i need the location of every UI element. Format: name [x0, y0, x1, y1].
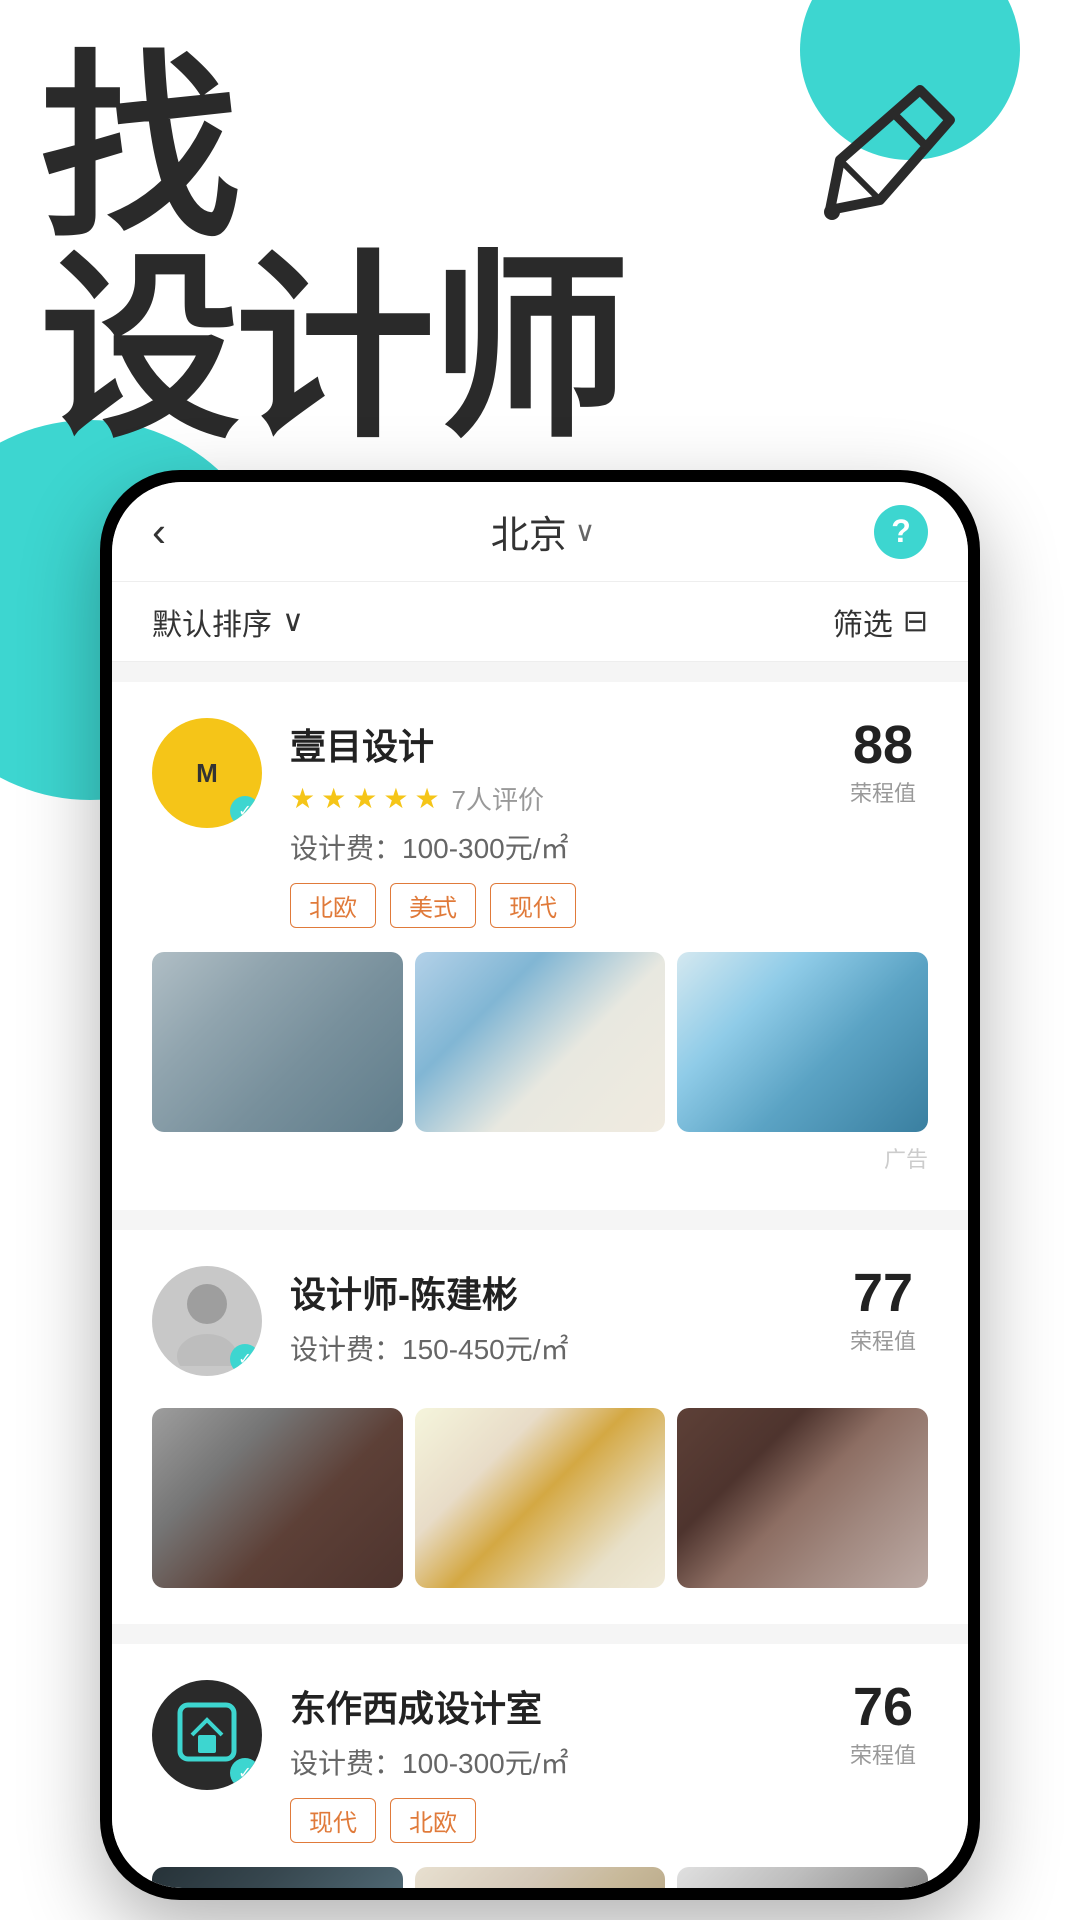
tag-nordic-3: 北欧 — [390, 1798, 476, 1843]
city-selector[interactable]: 北京 ∨ — [491, 504, 596, 559]
portfolio-img-1-2 — [415, 952, 666, 1132]
phone-screen: ‹ 北京 ∨ ? 默认排序 ∨ 筛选 ⊟ — [112, 482, 968, 1888]
help-button[interactable]: ? — [874, 505, 928, 559]
pen-nib-icon — [780, 60, 980, 260]
designer-score-2: 77 荣程值 — [838, 1266, 928, 1356]
room-img-1-1 — [152, 952, 403, 1132]
score-label-2: 荣程值 — [838, 1324, 928, 1356]
city-dropdown-arrow: ∨ — [575, 515, 596, 548]
designer-avatar-3: ✓ — [152, 1680, 262, 1790]
score-number-3: 76 — [838, 1680, 928, 1734]
star-2: ★ — [321, 782, 346, 815]
score-number-2: 77 — [838, 1266, 928, 1320]
avatar-verified-badge-2: ✓ — [230, 1344, 260, 1374]
portfolio-img-2-1 — [152, 1408, 403, 1588]
portfolio-img-3-2 — [415, 1867, 666, 1888]
designer-score-1: 88 荣程值 — [838, 718, 928, 808]
star-5: ★ — [414, 782, 439, 815]
city-name: 北京 — [491, 504, 567, 559]
back-button[interactable]: ‹ — [152, 508, 212, 556]
room-img-2-3 — [677, 1408, 928, 1588]
tag-nordic-1: 北欧 — [290, 883, 376, 928]
sort-arrow-icon: ∨ — [282, 604, 304, 639]
tag-modern-3: 现代 — [290, 1798, 376, 1843]
filter-icon: ⊟ — [903, 604, 928, 639]
phone-mockup: ‹ 北京 ∨ ? 默认排序 ∨ 筛选 ⊟ — [100, 470, 980, 1900]
designer-card-3[interactable]: ✓ 东作西成设计室 设计费：100-300元/㎡ 现代 北欧 76 荣程值 — [112, 1644, 968, 1888]
designer-avatar-2: ✓ — [152, 1266, 262, 1376]
score-number-1: 88 — [838, 718, 928, 772]
portfolio-img-3-1 — [152, 1867, 403, 1888]
designer-price-2: 设计费：150-450元/㎡ — [290, 1328, 810, 1368]
ad-label-1: 广告 — [152, 1142, 928, 1174]
portfolio-img-1-1 — [152, 952, 403, 1132]
card-header-2: ✓ 设计师-陈建彬 设计费：150-450元/㎡ 77 荣程值 — [152, 1266, 928, 1384]
portfolio-images-3 — [152, 1867, 928, 1888]
filter-bar: 默认排序 ∨ 筛选 ⊟ — [112, 582, 968, 662]
portfolio-images-2 — [152, 1408, 928, 1588]
designer-rating-1: ★ ★ ★ ★ ★ 7人评价 — [290, 780, 810, 817]
portfolio-img-2-2 — [415, 1408, 666, 1588]
room-img-3-3 — [677, 1867, 928, 1888]
star-4: ★ — [383, 782, 408, 815]
filter-button[interactable]: 筛选 ⊟ — [833, 600, 928, 644]
hero-text-line1: 找 — [40, 50, 235, 250]
hero-text-line2: 设计师 — [40, 250, 625, 450]
designer-price-3: 设计费：100-300元/㎡ — [290, 1742, 810, 1782]
card-header-3: ✓ 东作西成设计室 设计费：100-300元/㎡ 现代 北欧 76 荣程值 — [152, 1680, 928, 1843]
card-info-2: 设计师-陈建彬 设计费：150-450元/㎡ — [290, 1266, 810, 1384]
tag-modern-1: 现代 — [490, 883, 576, 928]
card-info-3: 东作西成设计室 设计费：100-300元/㎡ 现代 北欧 — [290, 1680, 810, 1843]
sort-selector[interactable]: 默认排序 ∨ — [152, 600, 304, 644]
portfolio-img-1-3 — [677, 952, 928, 1132]
designer-card-1[interactable]: M ✓ 壹目设计 ★ ★ ★ ★ ★ 7人评价 — [112, 682, 968, 1210]
card-header-1: M ✓ 壹目设计 ★ ★ ★ ★ ★ 7人评价 — [152, 718, 928, 928]
avatar-verified-badge-3: ✓ — [230, 1758, 260, 1788]
designer-score-3: 76 荣程值 — [838, 1680, 928, 1770]
room-img-3-1 — [152, 1867, 403, 1888]
avatar-verified-badge-1: ✓ — [230, 796, 260, 826]
room-img-1-3 — [677, 952, 928, 1132]
star-3: ★ — [352, 782, 377, 815]
portfolio-img-3-3 — [677, 1867, 928, 1888]
room-img-2-2 — [415, 1408, 666, 1588]
room-img-3-2 — [415, 1867, 666, 1888]
designer-card-2[interactable]: ✓ 设计师-陈建彬 设计费：150-450元/㎡ 77 荣程值 — [112, 1230, 968, 1624]
room-img-1-2 — [415, 952, 666, 1132]
portfolio-images-1 — [152, 952, 928, 1132]
designer-list: M ✓ 壹目设计 ★ ★ ★ ★ ★ 7人评价 — [112, 682, 968, 1888]
filter-label: 筛选 — [833, 600, 893, 644]
designer-price-1: 设计费：100-300元/㎡ — [290, 827, 810, 867]
portfolio-img-2-3 — [677, 1408, 928, 1588]
review-count-1: 7人评价 — [452, 780, 544, 817]
app-header: ‹ 北京 ∨ ? — [112, 482, 968, 582]
card-info-1: 壹目设计 ★ ★ ★ ★ ★ 7人评价 设计费：100-300元/㎡ 北欧 — [290, 718, 810, 928]
designer-name-1: 壹目设计 — [290, 718, 810, 770]
score-label-3: 荣程值 — [838, 1738, 928, 1770]
sort-label: 默认排序 — [152, 600, 272, 644]
star-1: ★ — [290, 782, 315, 815]
score-label-1: 荣程值 — [838, 776, 928, 808]
room-img-2-1 — [152, 1408, 403, 1588]
designer-name-3: 东作西成设计室 — [290, 1680, 810, 1732]
designer-tags-3: 现代 北欧 — [290, 1798, 810, 1843]
tag-american-1: 美式 — [390, 883, 476, 928]
designer-name-2: 设计师-陈建彬 — [290, 1266, 810, 1318]
designer-tags-1: 北欧 美式 现代 — [290, 883, 810, 928]
designer-avatar-1: M ✓ — [152, 718, 262, 828]
